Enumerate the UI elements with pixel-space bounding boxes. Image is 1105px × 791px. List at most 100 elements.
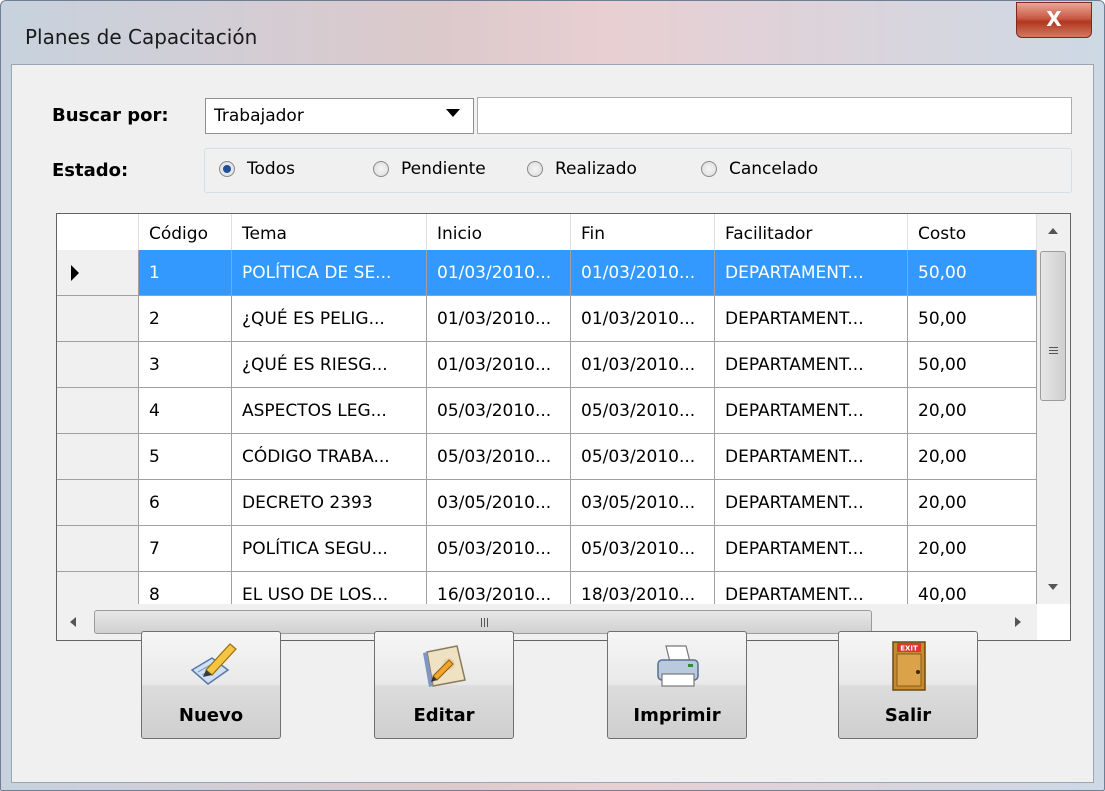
cell-codigo[interactable]: 7 [139, 526, 232, 572]
plans-table: Código Tema Inicio Fin Facilitador Costo… [56, 213, 1071, 641]
cell-facilitador[interactable]: DEPARTAMENT... [715, 296, 908, 342]
cell-fin[interactable]: 05/03/2010... [571, 526, 715, 572]
vertical-scroll-thumb[interactable] [1040, 251, 1066, 401]
print-button-label: Imprimir [633, 705, 721, 726]
cell-costo[interactable]: 50,00 [908, 296, 1037, 342]
table-row[interactable]: 3 ¿QUÉ ES RIESG... 01/03/2010... 01/03/2010… [57, 342, 1037, 388]
radio-label: Realizado [555, 159, 637, 179]
cell-inicio[interactable]: 05/03/2010... [427, 434, 571, 480]
search-input[interactable] [477, 97, 1072, 134]
cell-fin[interactable]: 05/03/2010... [571, 434, 715, 480]
vertical-scrollbar[interactable] [1037, 214, 1070, 604]
cell-costo[interactable]: 20,00 [908, 526, 1037, 572]
window-title: Planes de Capacitación [25, 25, 258, 49]
client-area: Buscar por: Trabajador Estado: Todos Pen… [11, 64, 1094, 783]
cell-inicio[interactable]: 03/05/2010... [427, 480, 571, 526]
title-bar[interactable]: Planes de Capacitación X [1, 1, 1104, 63]
row-header-corner [57, 214, 139, 250]
cell-codigo[interactable]: 4 [139, 388, 232, 434]
column-header-facilitador[interactable]: Facilitador [715, 214, 908, 250]
table-header: Código Tema Inicio Fin Facilitador Costo [57, 214, 1070, 250]
cell-facilitador[interactable]: DEPARTAMENT... [715, 250, 908, 296]
close-button[interactable]: X [1016, 2, 1092, 38]
cell-tema[interactable]: ¿QUÉ ES PELIG... [232, 296, 427, 342]
column-header-inicio[interactable]: Inicio [427, 214, 571, 250]
column-header-codigo[interactable]: Código [139, 214, 232, 250]
cell-fin[interactable]: 05/03/2010... [571, 388, 715, 434]
print-button[interactable]: Imprimir [607, 631, 747, 739]
exit-button[interactable]: EXIT Salir [838, 631, 978, 739]
exit-door-icon: EXIT [892, 641, 926, 691]
cell-inicio[interactable]: 05/03/2010... [427, 388, 571, 434]
exit-button-label: Salir [884, 705, 932, 726]
cell-tema[interactable]: POLÍTICA DE SE... [232, 250, 427, 296]
cell-facilitador[interactable]: DEPARTAMENT... [715, 342, 908, 388]
current-row-icon [71, 265, 79, 281]
table-row[interactable]: 5 CÓDIGO TRABA... 05/03/2010... 05/03/2010.… [57, 434, 1037, 480]
scroll-right-icon[interactable] [1015, 617, 1021, 627]
cell-fin[interactable]: 03/05/2010... [571, 480, 715, 526]
cell-tema[interactable]: ASPECTOS LEG... [232, 388, 427, 434]
row-header[interactable] [57, 388, 139, 434]
row-header[interactable] [57, 296, 139, 342]
row-header[interactable] [57, 480, 139, 526]
search-field-value: Trabajador [214, 106, 304, 126]
status-label: Estado: [52, 160, 129, 181]
cell-codigo[interactable]: 5 [139, 434, 232, 480]
row-header[interactable] [57, 342, 139, 388]
cell-fin[interactable]: 01/03/2010... [571, 250, 715, 296]
search-field-select[interactable]: Trabajador [205, 98, 474, 134]
cell-tema[interactable]: POLÍTICA SEGU... [232, 526, 427, 572]
cell-fin[interactable]: 01/03/2010... [571, 342, 715, 388]
radio-unchecked-icon[interactable] [373, 161, 389, 177]
cell-inicio[interactable]: 05/03/2010... [427, 526, 571, 572]
edit-button-label: Editar [413, 705, 475, 726]
cell-facilitador[interactable]: DEPARTAMENT... [715, 480, 908, 526]
cell-fin[interactable]: 01/03/2010... [571, 296, 715, 342]
cell-facilitador[interactable]: DEPARTAMENT... [715, 526, 908, 572]
scroll-up-icon[interactable] [1048, 228, 1058, 234]
cell-facilitador[interactable]: DEPARTAMENT... [715, 434, 908, 480]
scroll-left-icon[interactable] [70, 617, 76, 627]
table-row[interactable]: 7 POLÍTICA SEGU... 05/03/2010... 05/03/2010… [57, 526, 1037, 572]
cell-costo[interactable]: 50,00 [908, 250, 1037, 296]
cell-codigo[interactable]: 6 [139, 480, 232, 526]
status-radio-group: Todos Pendiente Realizado Cancelado [204, 148, 1072, 193]
cell-inicio[interactable]: 01/03/2010... [427, 296, 571, 342]
column-header-tema[interactable]: Tema [232, 214, 427, 250]
table-row[interactable]: 2 ¿QUÉ ES PELIG... 01/03/2010... 01/03/2010… [57, 296, 1037, 342]
column-header-fin[interactable]: Fin [571, 214, 715, 250]
cell-inicio[interactable]: 01/03/2010... [427, 250, 571, 296]
radio-label: Pendiente [401, 159, 486, 179]
main-window: Planes de Capacitación X Buscar por: Tra… [0, 0, 1105, 791]
svg-text:EXIT: EXIT [900, 645, 918, 653]
grip-icon [481, 618, 482, 627]
cell-codigo[interactable]: 3 [139, 342, 232, 388]
radio-label: Todos [247, 159, 295, 179]
cell-codigo[interactable]: 1 [139, 250, 232, 296]
radio-checked-icon[interactable] [219, 161, 235, 177]
table-row[interactable]: 4 ASPECTOS LEG... 05/03/2010... 05/03/2010.… [57, 388, 1037, 434]
row-header[interactable] [57, 526, 139, 572]
cell-tema[interactable]: DECRETO 2393 [232, 480, 427, 526]
cell-tema[interactable]: ¿QUÉ ES RIESG... [232, 342, 427, 388]
cell-inicio[interactable]: 01/03/2010... [427, 342, 571, 388]
table-row[interactable]: 6 DECRETO 2393 03/05/2010... 03/05/2010... D… [57, 480, 1037, 526]
new-button[interactable]: Nuevo [141, 631, 281, 739]
cell-costo[interactable]: 20,00 [908, 434, 1037, 480]
radio-unchecked-icon[interactable] [527, 161, 543, 177]
column-header-costo[interactable]: Costo [908, 214, 1037, 250]
cell-costo[interactable]: 20,00 [908, 480, 1037, 526]
cell-costo[interactable]: 20,00 [908, 388, 1037, 434]
cell-costo[interactable]: 50,00 [908, 342, 1037, 388]
cell-codigo[interactable]: 2 [139, 296, 232, 342]
radio-unchecked-icon[interactable] [701, 161, 717, 177]
table-row[interactable]: 1 POLÍTICA DE SE... 01/03/2010... 01/03/201… [57, 250, 1037, 296]
cell-tema[interactable]: CÓDIGO TRABA... [232, 434, 427, 480]
scroll-down-icon[interactable] [1048, 584, 1058, 590]
row-header[interactable] [57, 250, 139, 296]
chevron-down-icon[interactable] [446, 109, 460, 117]
row-header[interactable] [57, 434, 139, 480]
cell-facilitador[interactable]: DEPARTAMENT... [715, 388, 908, 434]
edit-button[interactable]: Editar [374, 631, 514, 739]
